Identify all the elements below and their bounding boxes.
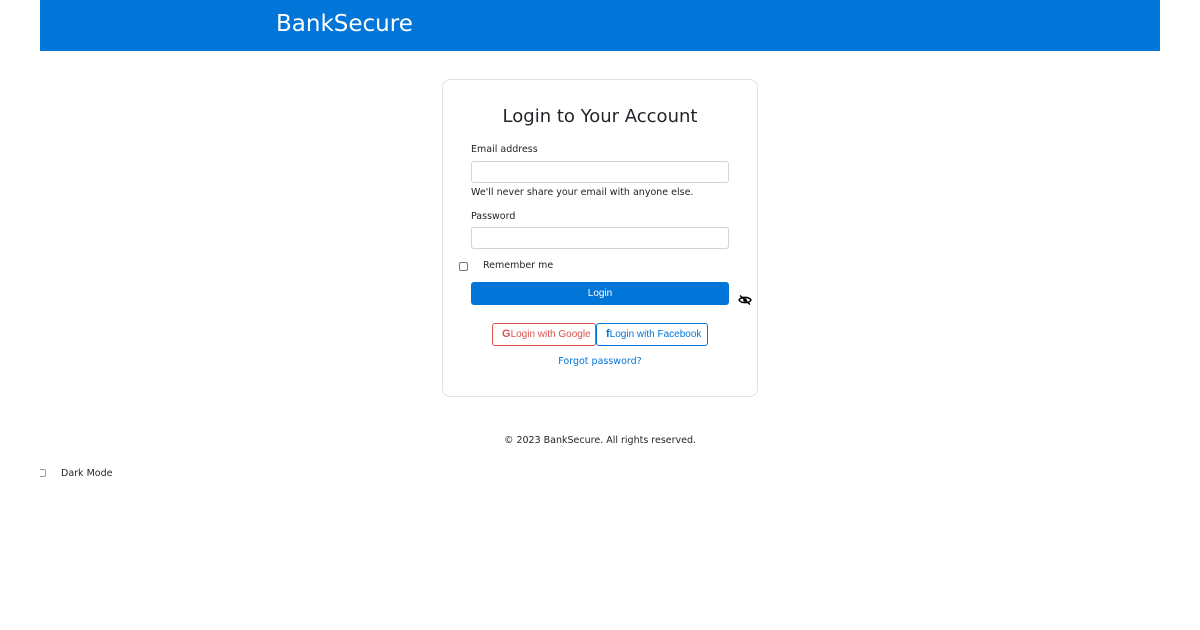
email-input[interactable] [471, 161, 729, 183]
forgot-password-link[interactable]: Forgot password? [443, 356, 757, 367]
remember-me-label: Remember me [483, 260, 554, 271]
password-input[interactable] [471, 227, 729, 249]
navbar: BankSecure [40, 0, 1160, 51]
remember-me-checkbox[interactable] [459, 262, 468, 271]
password-label: Password [471, 211, 516, 222]
email-help-text: We'll never share your email with anyone… [471, 187, 694, 198]
google-button-label: Login with Google [510, 329, 591, 340]
google-icon: G [502, 328, 511, 340]
brand-link[interactable]: BankSecure [276, 11, 413, 37]
email-label: Email address [471, 144, 538, 155]
login-with-facebook-button[interactable]: fLogin with Facebook [596, 323, 708, 346]
login-title: Login to Your Account [502, 106, 698, 127]
footer-copyright: © 2023 BankSecure. All rights reserved. [503, 435, 697, 446]
dark-mode-label: Dark Mode [61, 468, 113, 479]
login-with-google-button[interactable]: GLogin with Google [492, 323, 596, 346]
facebook-button-label: Login with Facebook [609, 329, 702, 340]
login-button[interactable]: Login [471, 282, 729, 305]
login-card: Login to Your Account Email address We'l… [442, 79, 758, 397]
eye-slash-icon[interactable] [738, 295, 752, 305]
dark-mode-toggle[interactable] [40, 469, 46, 477]
